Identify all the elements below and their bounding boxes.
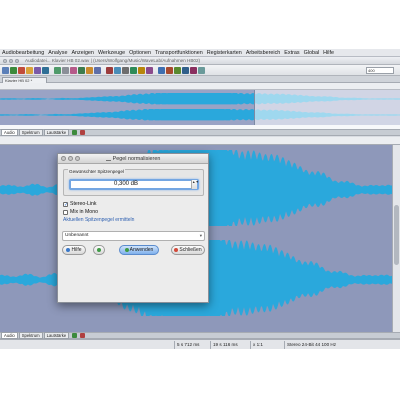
vertical-scrollbar[interactable]	[392, 145, 400, 332]
menu-item-7[interactable]: Arbeitsbereich	[246, 49, 280, 57]
tab-loudness-lower[interactable]: Lautstärke	[43, 332, 70, 339]
peak-level-value[interactable]: 0,300 dB	[71, 181, 181, 188]
tab-audio[interactable]: Audio	[1, 129, 18, 136]
toolbar-tool-icon[interactable]	[10, 66, 17, 74]
apply-icon	[124, 247, 129, 252]
dialog-titlebar[interactable]: Pegel normalisieren	[58, 154, 208, 164]
toolbar-tool-icon[interactable]	[182, 66, 189, 74]
wavelab-app: Audiobearbeitung Analyse Anzeigen Werkzeuge…	[0, 49, 400, 349]
zoom-combo[interactable]: 400	[366, 66, 394, 74]
waveform-icon	[105, 157, 111, 161]
detect-peak-link[interactable]: Aktuellen Spitzenpegel ermitteln	[63, 217, 134, 223]
file-tab-row: Klavier HB 02 *	[0, 76, 400, 83]
toolbar-tool-icon[interactable]	[26, 66, 33, 74]
toolbar-tool-icon[interactable]	[54, 66, 61, 74]
remove-icon-lower[interactable]	[80, 333, 86, 338]
stereo-link-checkbox[interactable]: ✓ Stereo-Link	[63, 201, 97, 207]
menu-item-3[interactable]: Werkzeuge	[98, 49, 125, 57]
toolbar-tool-icon[interactable]	[78, 66, 85, 74]
dialog-title: Pegel normalisieren	[112, 156, 161, 162]
lower-tab-strip: Audio Spektrum Lautstärke	[0, 332, 400, 339]
peak-level-group: Gewünschter Spitzenpegel 0,300 dB ▲▼	[63, 169, 204, 196]
add-icon[interactable]	[72, 130, 78, 135]
toolbar-tool-icon[interactable]	[166, 66, 173, 74]
menu-item-1[interactable]: Analyse	[48, 49, 67, 57]
toolbar-tool-icon[interactable]	[86, 66, 93, 74]
menu-item-6[interactable]: Registerkarten	[207, 49, 242, 57]
window-title: Audiodatei... Klavier HB 02.wav | (Users…	[25, 58, 201, 63]
overview-panel	[0, 83, 400, 129]
preset-value: Unbenannt	[65, 233, 89, 238]
close-button-label: Schließen	[179, 247, 202, 253]
stereo-link-label: Stereo-Link	[70, 201, 97, 207]
editor-ruler	[0, 137, 400, 145]
window-titlebar: Audiodatei... Klavier HB 02.wav | (Users…	[0, 57, 400, 65]
checkbox-stereo-link[interactable]: ✓	[63, 201, 68, 207]
toolbar-tool-icon[interactable]	[62, 66, 69, 74]
overview-ruler	[0, 83, 400, 90]
status-audio-format[interactable]: Stereo 24-Bit 44 100 Hz	[284, 341, 336, 349]
toolbar-tool-icon[interactable]	[158, 66, 165, 74]
close-icon	[174, 247, 179, 252]
dialog-button-row: Hilfe Anwenden Schließen	[62, 245, 206, 256]
mix-mono-checkbox[interactable]: Mix in Mono	[63, 209, 98, 215]
toolbar-tool-icon[interactable]	[114, 66, 121, 74]
remove-icon[interactable]	[80, 130, 86, 135]
apply-button[interactable]: Anwenden	[119, 245, 159, 255]
tab-spectrum-lower[interactable]: Spektrum	[18, 332, 43, 339]
menu-item-4[interactable]: Optionen	[129, 49, 151, 57]
toolbar-tool-icon[interactable]	[94, 66, 101, 74]
toolbar-tool-icon[interactable]	[130, 66, 137, 74]
window-controls[interactable]	[3, 58, 19, 63]
status-length[interactable]: 19 s 116 ms	[210, 341, 238, 349]
menu-item-10[interactable]: Hilfe	[323, 49, 334, 57]
help-icon	[66, 247, 71, 252]
status-cursor-time[interactable]: 5 s 712 ms	[174, 341, 199, 349]
toolbar-tool-icon[interactable]	[198, 66, 205, 74]
add-icon-lower[interactable]	[72, 333, 78, 338]
toolbar: 400	[0, 65, 400, 76]
overview-selection[interactable]	[254, 90, 400, 125]
mix-mono-label: Mix in Mono	[70, 209, 98, 215]
tab-audio-lower[interactable]: Audio	[1, 332, 18, 339]
menu-bar: Audiobearbeitung Analyse Anzeigen Werkzeuge…	[0, 49, 400, 57]
toolbar-tool-icon[interactable]	[42, 66, 49, 74]
preset-selector[interactable]: Unbenannt ▾	[62, 231, 205, 241]
tab-spectrum[interactable]: Spektrum	[18, 129, 43, 136]
toolbar-tool-icon[interactable]	[2, 66, 9, 74]
toolbar-tool-icon[interactable]	[190, 66, 197, 74]
toolbar-tool-icon[interactable]	[70, 66, 77, 74]
help-button[interactable]: Hilfe	[62, 245, 86, 255]
checkbox-mix-mono[interactable]	[63, 209, 68, 215]
menu-item-8[interactable]: Extras	[284, 49, 299, 57]
peak-level-input[interactable]: 0,300 dB ▲▼	[69, 179, 199, 190]
status-zoom[interactable]: x 1:1	[250, 341, 263, 349]
menu-item-0[interactable]: Audiobearbeitung	[2, 49, 44, 57]
menu-item-5[interactable]: Transportfunktionen	[155, 49, 203, 57]
normalize-dialog: Pegel normalisieren Gewünschter Spitzenp…	[57, 153, 209, 303]
scroll-thumb[interactable]	[394, 205, 399, 265]
upper-tab-strip: Audio Spektrum Lautstärke	[0, 129, 400, 136]
toolbar-tool-icon[interactable]	[122, 66, 129, 74]
toolbar-tool-icon[interactable]	[138, 66, 145, 74]
utility-icon	[96, 247, 101, 252]
status-bar: 5 s 712 ms 19 s 116 ms x 1:1 Stereo 24-B…	[0, 339, 400, 349]
close-button[interactable]: Schließen	[171, 245, 205, 255]
apply-button-label: Anwenden	[129, 247, 154, 253]
menu-item-2[interactable]: Anzeigen	[71, 49, 93, 57]
tab-loudness[interactable]: Lautstärke	[43, 129, 70, 136]
help-button-label: Hilfe	[71, 247, 82, 253]
toolbar-tool-icon[interactable]	[146, 66, 153, 74]
preset-dropdown-icon[interactable]: ▾	[200, 233, 202, 239]
utility-button[interactable]	[93, 245, 105, 255]
toolbar-tool-icon[interactable]	[34, 66, 41, 74]
menu-item-9[interactable]: Global	[304, 49, 320, 57]
toolbar-tool-icon[interactable]	[106, 66, 113, 74]
toolbar-tool-icon[interactable]	[174, 66, 181, 74]
toolbar-tool-icon[interactable]	[18, 66, 25, 74]
group-label: Gewünschter Spitzenpegel	[68, 169, 125, 174]
value-stepper[interactable]: ▲▼	[191, 180, 199, 189]
